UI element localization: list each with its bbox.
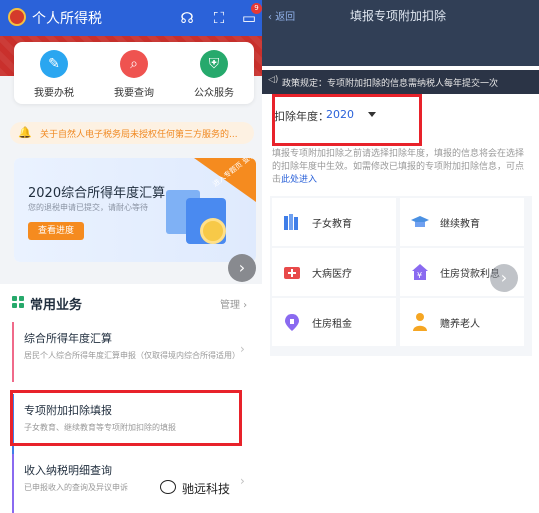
headset-icon[interactable]: ☊ — [178, 9, 196, 27]
category-label: 继续教育 — [440, 219, 480, 230]
left-screen: 个人所得税 ☊ ⛶ ▭ 9 ✎ 我要办税 ⌕ 我要查询 ⛨ 公众服务 🔔 关于自… — [0, 0, 262, 513]
category-elderly-support[interactable]: 赡养老人 — [400, 298, 524, 346]
biz-item-desc: 居民个人综合所得年度汇算申报（仅取得境内综合所得适用） — [24, 351, 240, 360]
speaker-icon: ◁) — [268, 75, 279, 85]
intro-text: 填报专项附加扣除之前请选择扣除年度，填报的信息将会在选择的扣除年度中生效。如需修… — [272, 149, 525, 185]
highlight-box — [10, 390, 242, 446]
biz-item-title: 收入纳税明细查询 — [24, 464, 112, 477]
page-header: ‹ 返回 填报专项附加扣除 — [262, 0, 539, 66]
app-title: 个人所得税 — [32, 11, 102, 27]
intro-link[interactable]: 此处进入 — [281, 175, 317, 185]
service-tax-filing[interactable]: ✎ 我要办税 — [18, 50, 90, 104]
category-label: 赡养老人 — [440, 319, 480, 330]
scan-icon[interactable]: ⛶ — [210, 9, 228, 27]
tax-emblem-icon — [8, 8, 26, 26]
annual-subtitle: 您的退税申请已提交，请耐心等待 — [28, 203, 148, 212]
service-public[interactable]: ⛨ 公众服务 — [178, 50, 250, 104]
svg-text:¥: ¥ — [417, 271, 422, 280]
books-icon — [284, 214, 298, 230]
chevron-right-icon[interactable]: › — [228, 254, 256, 282]
category-housing-rent[interactable]: 住房租金 — [272, 298, 396, 346]
biz-item-title: 综合所得年度汇算 — [24, 332, 112, 345]
policy-text: 政策规定：专项附加扣除的信息需纳税人每年提交一次 — [282, 79, 499, 89]
section-title: 常用业务 — [30, 298, 83, 313]
back-button[interactable]: ‹ 返回 — [268, 8, 295, 23]
annual-title: 2020综合所得年度汇算 — [28, 186, 166, 201]
annual-settlement-card[interactable]: 进入专题页 查看更多资料 2020综合所得年度汇算 您的退税申请已提交，请耐心等… — [14, 158, 256, 262]
house-rent-icon — [285, 314, 299, 331]
search-icon: ⌕ — [120, 50, 148, 78]
bell-icon: 🔔 — [18, 126, 32, 139]
chevron-right-icon[interactable]: › — [490, 264, 518, 292]
medical-kit-icon — [284, 267, 300, 279]
category-medical[interactable]: 大病医疗 — [272, 248, 396, 296]
elderly-icon — [413, 313, 427, 331]
category-child-education[interactable]: 子女教育 — [272, 198, 396, 246]
message-badge: 9 — [251, 3, 262, 14]
service-card: ✎ 我要办税 ⌕ 我要查询 ⛨ 公众服务 — [14, 42, 254, 104]
grid-icon — [12, 296, 24, 308]
service-label: 我要办税 — [34, 88, 74, 99]
chevron-right-icon: › — [240, 342, 245, 356]
page-title: 填报专项附加扣除 — [350, 9, 447, 23]
shield-icon: ⛨ — [200, 50, 228, 78]
category-label: 子女教育 — [312, 219, 352, 230]
chevron-right-icon: › — [240, 474, 245, 488]
service-label: 公众服务 — [194, 88, 234, 99]
category-continuing-education[interactable]: 继续教育 — [400, 198, 524, 246]
wechat-icon — [160, 480, 176, 494]
service-label: 我要查询 — [114, 88, 154, 99]
graduation-cap-icon — [411, 216, 429, 227]
notice-bar[interactable]: 🔔 关于自然人电子税务局未授权任何第三方服务的... — [10, 122, 254, 144]
manage-link[interactable]: 管理 › — [220, 296, 247, 311]
notice-text: 关于自然人电子税务局未授权任何第三方服务的... — [40, 130, 238, 140]
category-label: 住房租金 — [312, 319, 352, 330]
watermark-text: 驰远科技 — [182, 482, 231, 496]
house-loan-icon: ¥ — [412, 264, 428, 280]
topic-ribbon[interactable]: 进入专题页 查看更多资料 — [194, 158, 256, 202]
service-query[interactable]: ⌕ 我要查询 — [98, 50, 170, 104]
view-progress-button[interactable]: 查看进度 — [28, 222, 84, 240]
right-screen: ‹ 返回 填报专项附加扣除 ◁) 政策规定：专项附加扣除的信息需纳税人每年提交一… — [262, 0, 539, 513]
app-header: 个人所得税 ☊ ⛶ ▭ — [0, 0, 262, 36]
highlight-box — [272, 94, 422, 146]
pen-icon: ✎ — [40, 50, 68, 78]
biz-item-annual-settlement[interactable]: 综合所得年度汇算 居民个人综合所得年度汇算申报（仅取得境内综合所得适用） › — [12, 322, 256, 382]
common-business-section: 常用业务 管理 › 综合所得年度汇算 居民个人综合所得年度汇算申报（仅取得境内综… — [0, 284, 262, 513]
policy-bar: ◁) 政策规定：专项附加扣除的信息需纳税人每年提交一次 — [262, 70, 539, 94]
category-label: 大病医疗 — [312, 269, 352, 280]
